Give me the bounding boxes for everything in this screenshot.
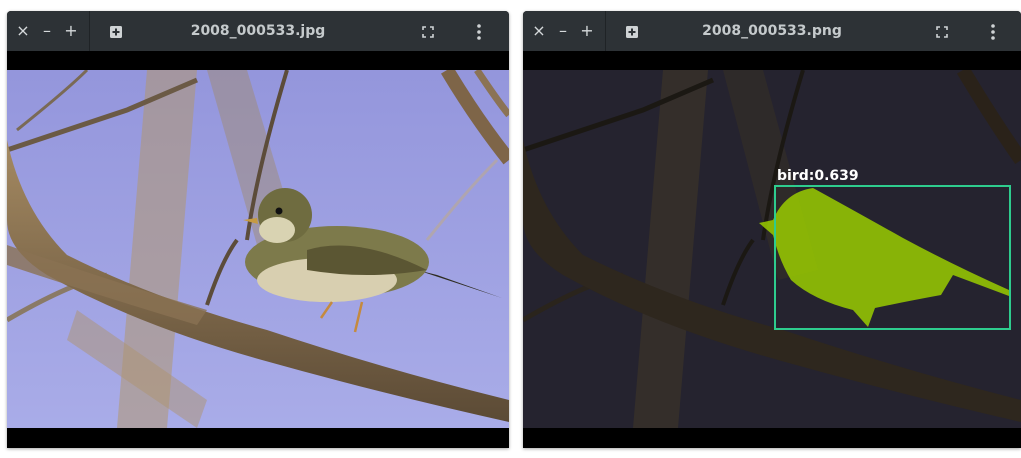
detection-label: bird:0.639 [777,168,859,184]
window-title: 2008_000533.jpg [190,23,326,39]
image-canvas: bird:0.639 [523,51,1021,448]
image-viewer-left: × – + 2008_000533.jpg [7,11,509,448]
zoom-in-icon[interactable]: + [579,11,595,51]
titlebar: × – + 2008_000533.jpg [7,11,509,51]
fullscreen-icon[interactable] [933,11,951,51]
divider [89,11,90,51]
window-title: 2008_000533.png [702,23,842,39]
fullscreen-icon[interactable] [419,11,437,51]
menu-icon[interactable] [984,11,1002,51]
minimize-icon[interactable]: – [39,11,55,51]
segmentation-overlay-image: bird:0.639 [523,70,1021,428]
menu-icon[interactable] [470,11,488,51]
close-icon[interactable]: × [531,11,547,51]
titlebar: × – + 2008_000533.png [523,11,1021,51]
minimize-icon[interactable]: – [555,11,571,51]
image-canvas [7,51,509,448]
photo-bird-on-branch [7,70,509,428]
zoom-in-icon[interactable]: + [63,11,79,51]
divider [605,11,606,51]
close-icon[interactable]: × [15,11,31,51]
image-viewer-right: × – + 2008_000533.png bird:0.639 [523,11,1021,448]
